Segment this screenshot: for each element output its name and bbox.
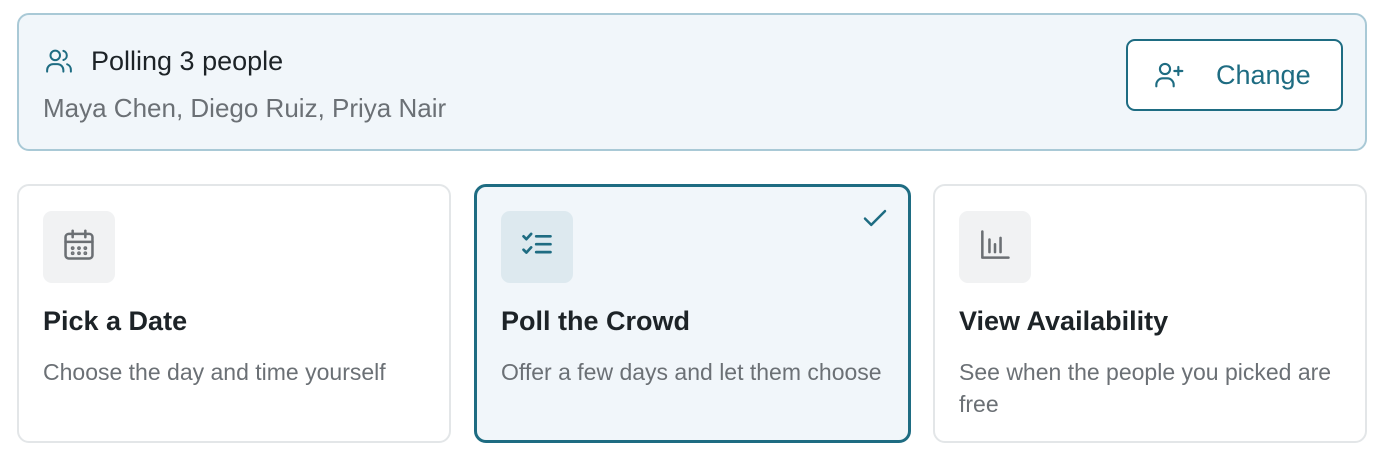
option-description: Offer a few days and let them choose [501, 359, 882, 385]
invitee-names: Maya Chen, Diego Ruiz, Priya Nair [43, 93, 447, 123]
change-invitees-button[interactable]: Change [1126, 39, 1343, 111]
option-icon-tile [43, 211, 115, 283]
polling-summary-panel: Polling 3 people Maya Chen, Diego Ruiz, … [17, 13, 1367, 151]
option-icon-tile [959, 211, 1031, 283]
change-button-label: Change [1216, 59, 1311, 90]
users-icon [43, 45, 75, 77]
user-plus-icon [1152, 58, 1186, 92]
option-poll-the-crowd[interactable]: Poll the Crowd Offer a few days and let … [474, 184, 911, 443]
option-view-availability[interactable]: View Availability See when the people yo… [933, 184, 1367, 443]
option-pick-a-date[interactable]: Pick a Date Choose the day and time your… [17, 184, 451, 443]
option-description: See when the people you picked are free [959, 359, 1332, 417]
option-icon-tile [501, 211, 573, 283]
polling-title: Polling 3 people [91, 45, 284, 76]
meeting-setup: Polling 3 people Maya Chen, Diego Ruiz, … [0, 0, 1384, 460]
option-title: View Availability [959, 306, 1169, 336]
option-title: Pick a Date [43, 306, 188, 336]
selected-check-icon [860, 203, 890, 233]
calendar-icon [60, 226, 98, 269]
bar-chart-icon [976, 226, 1014, 269]
polling-header: Polling 3 people [43, 45, 283, 77]
checklist-icon [518, 226, 556, 269]
option-title: Poll the Crowd [501, 306, 690, 336]
option-description: Choose the day and time yourself [43, 359, 386, 385]
